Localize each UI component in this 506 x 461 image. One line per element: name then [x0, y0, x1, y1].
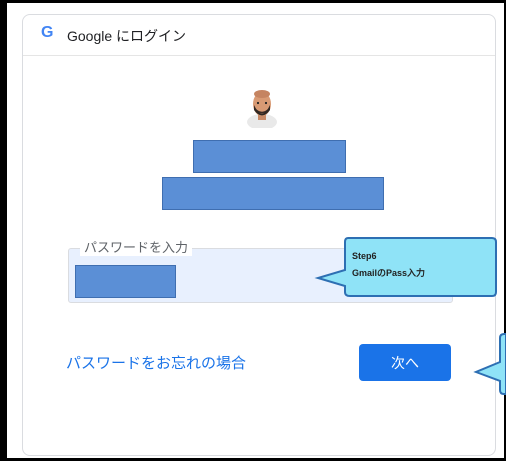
callout-description: GmailのPass入力: [352, 268, 426, 278]
callout-step-label: Step6: [352, 251, 377, 261]
callouts: [314, 237, 506, 395]
callout-step6-text: Step6 GmailのPass入力: [352, 248, 425, 282]
callout-next-bubble: [473, 333, 506, 395]
